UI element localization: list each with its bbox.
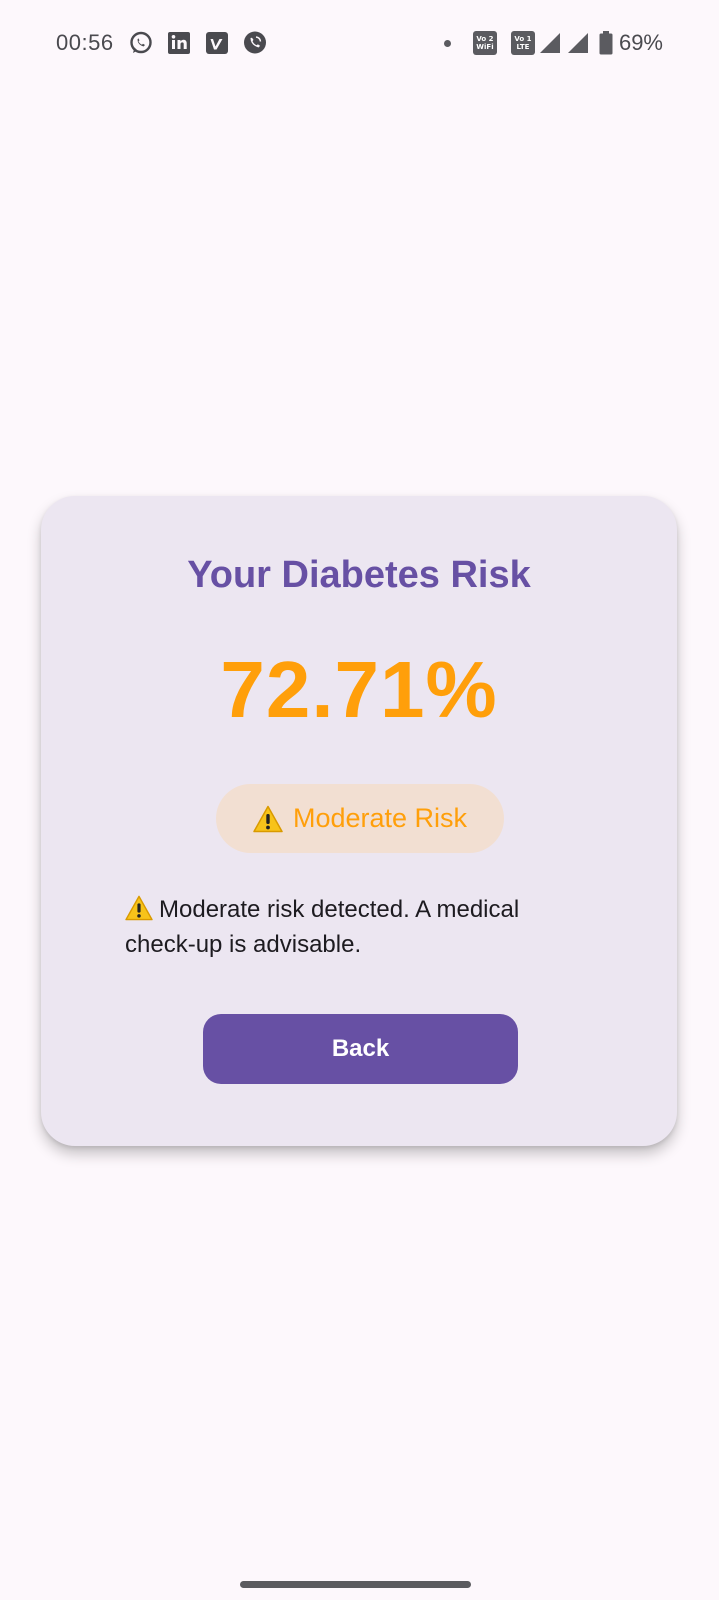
vowifi-badge-top: Vo 2 — [476, 35, 494, 43]
vowifi-icon: Vo 2 WiFi — [472, 31, 497, 55]
warning-icon — [253, 805, 283, 832]
volte-badge-bottom: LTE — [516, 43, 530, 51]
battery-percent: 69% — [618, 30, 663, 55]
risk-message-text: Moderate risk detected. A medical check-… — [125, 896, 520, 958]
linkedin-icon — [166, 30, 192, 56]
page-title: Your Diabetes Risk — [187, 554, 531, 596]
vimeo-icon — [204, 30, 230, 56]
status-right: Vo 2 WiFi Vo 1 LTE 69% — [443, 30, 663, 56]
back-button[interactable]: Back — [203, 1014, 518, 1084]
status-time: 00:56 — [56, 30, 114, 55]
status-left: 00:56 — [56, 30, 280, 56]
volte-badge-top: Vo 1 — [514, 35, 532, 43]
notification-dot-icon — [443, 39, 451, 47]
risk-level-badge: Moderate Risk — [216, 784, 504, 853]
whatsapp-icon — [128, 30, 154, 56]
vowifi-badge-bottom: WiFi — [476, 43, 494, 51]
volte-icon: Vo 1 LTE — [510, 31, 535, 55]
risk-result-card: Your Diabetes Risk 72.71% Moderate Risk … — [41, 496, 677, 1146]
viber-icon — [242, 30, 268, 56]
warning-icon — [125, 895, 153, 921]
screen: 00:56 Vo 2 WiFi Vo 1 LTE 69% Your Diabet… — [0, 0, 719, 1600]
risk-percentage: 72.71% — [220, 645, 498, 734]
status-bar: 00:56 Vo 2 WiFi Vo 1 LTE 69% — [0, 0, 719, 86]
gesture-navigation-bar[interactable] — [240, 1581, 471, 1588]
risk-message: Moderate risk detected. A medical check-… — [125, 892, 565, 962]
battery-icon — [599, 31, 613, 55]
signal-strength-icon — [539, 33, 560, 53]
signal-strength-icon-2 — [567, 33, 588, 53]
risk-level-label: Moderate Risk — [292, 803, 468, 833]
